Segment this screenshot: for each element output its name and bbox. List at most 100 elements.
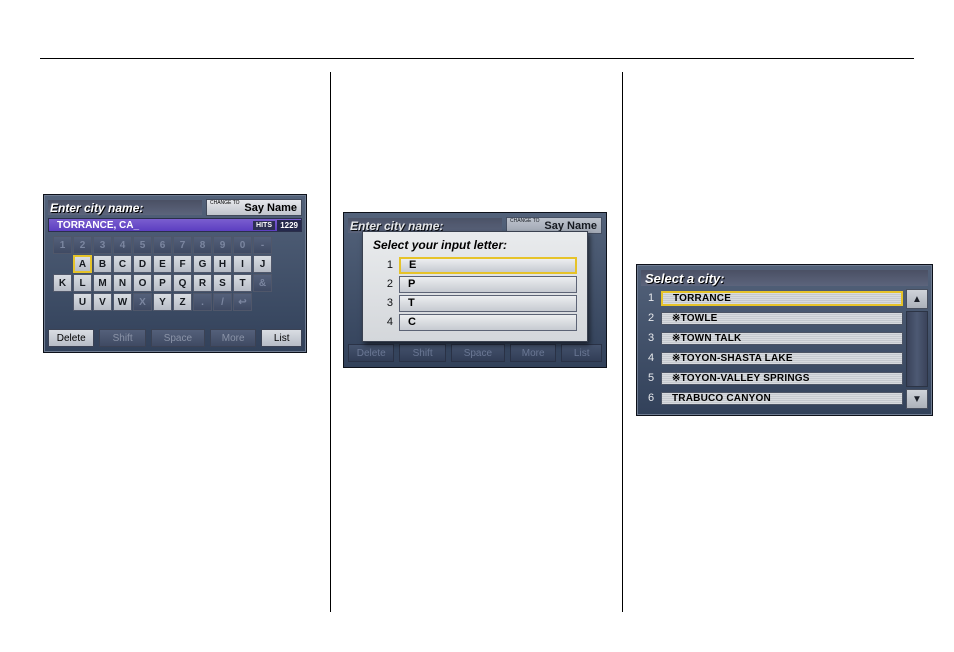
option-number: 4 [373, 316, 399, 328]
space-button[interactable]: Space [151, 329, 205, 347]
key-a[interactable]: A [73, 255, 92, 273]
city-list: 1 TORRANCE2※TOWLE3※TOWN TALK4※TOYON-SHAS… [641, 289, 928, 409]
key-↩[interactable]: ↩ [233, 293, 252, 311]
key-8[interactable]: 8 [193, 236, 212, 254]
city-list-row[interactable]: 6 TRABUCO CANYON [641, 389, 903, 407]
key-b[interactable]: B [93, 255, 112, 273]
chevron-up-icon: ▲ [912, 294, 922, 305]
scroll-down-button[interactable]: ▼ [906, 389, 928, 409]
key-d[interactable]: D [133, 255, 152, 273]
shift-button[interactable]: Shift [399, 344, 445, 362]
change-to-label: CHANGE TO [210, 201, 240, 206]
key-&[interactable]: & [253, 274, 272, 292]
key-t[interactable]: T [233, 274, 252, 292]
key-y[interactable]: Y [153, 293, 172, 311]
key-e[interactable]: E [153, 255, 172, 273]
screen-title: Enter city name: [48, 200, 202, 215]
key-n[interactable]: N [113, 274, 132, 292]
row-number: 3 [641, 332, 661, 344]
key--[interactable]: - [253, 236, 272, 254]
key-1[interactable]: 1 [53, 236, 72, 254]
city-list-row[interactable]: 2※TOWLE [641, 309, 903, 327]
key-h[interactable]: H [213, 255, 232, 273]
key-w[interactable]: W [113, 293, 132, 311]
key-/[interactable]: / [213, 293, 232, 311]
key-u[interactable]: U [73, 293, 92, 311]
key-q[interactable]: Q [173, 274, 192, 292]
city-cell[interactable]: TRABUCO CANYON [661, 392, 903, 405]
row-number: 6 [641, 392, 661, 404]
city-cell[interactable]: ※TOYON-VALLEY SPRINGS [661, 372, 903, 385]
on-screen-keyboard: 1234567890- ABCDEFGHIJ KLMNOPQRST& UVWXYZ./… [53, 236, 292, 311]
more-button[interactable]: More [510, 344, 556, 362]
delete-button[interactable]: Delete [48, 329, 94, 347]
option-cell[interactable]: C [399, 314, 577, 331]
key-4[interactable]: 4 [113, 236, 132, 254]
popup-option[interactable]: 1E [373, 256, 577, 274]
column-divider [330, 72, 331, 612]
key-v[interactable]: V [93, 293, 112, 311]
option-number: 1 [373, 259, 399, 271]
more-button[interactable]: More [210, 329, 256, 347]
key-g[interactable]: G [193, 255, 212, 273]
row-number: 4 [641, 352, 661, 364]
popup-option[interactable]: 3T [373, 294, 577, 312]
key-f[interactable]: F [173, 255, 192, 273]
screen-title: Select a city: [641, 270, 928, 286]
list-button[interactable]: List [561, 344, 602, 362]
scroll-up-button[interactable]: ▲ [906, 289, 928, 309]
popup-option[interactable]: 4C [373, 313, 577, 331]
key-6[interactable]: 6 [153, 236, 172, 254]
row-number: 1 [641, 292, 661, 304]
key-9[interactable]: 9 [213, 236, 232, 254]
entry-text: TORRANCE, CA_ [57, 220, 139, 231]
popup-option[interactable]: 2P [373, 275, 577, 293]
shift-button[interactable]: Shift [99, 329, 145, 347]
key-3[interactable]: 3 [93, 236, 112, 254]
popup-option-list: 1E2P3T4C [373, 256, 577, 331]
key-0[interactable]: 0 [233, 236, 252, 254]
key-l[interactable]: L [73, 274, 92, 292]
key-k[interactable]: K [53, 274, 72, 292]
option-cell[interactable]: P [399, 276, 577, 293]
key-o[interactable]: O [133, 274, 152, 292]
key-j[interactable]: J [253, 255, 272, 273]
city-list-row[interactable]: 5※TOYON-VALLEY SPRINGS [641, 369, 903, 387]
hits-value: 1229 [277, 220, 301, 231]
key-5[interactable]: 5 [133, 236, 152, 254]
key-i[interactable]: I [233, 255, 252, 273]
option-cell[interactable]: E [399, 257, 577, 274]
option-cell[interactable]: T [399, 295, 577, 312]
say-name-button[interactable]: CHANGE TO Say Name [206, 199, 302, 216]
row-number: 2 [641, 312, 661, 324]
delete-button[interactable]: Delete [348, 344, 394, 362]
select-input-letter-popup: Select your input letter: 1E2P3T4C [362, 231, 588, 342]
input-letter-popup-screen: Enter city name: CHANGE TO Say Name Dele… [343, 212, 607, 368]
key-r[interactable]: R [193, 274, 212, 292]
city-list-row[interactable]: 1 TORRANCE [641, 289, 903, 307]
key-c[interactable]: C [113, 255, 132, 273]
hits-label: HITS [253, 221, 275, 230]
hits-box: HITS 1229 [253, 220, 301, 231]
chevron-down-icon: ▼ [912, 394, 922, 405]
city-cell[interactable]: ※TOWN TALK [661, 332, 903, 345]
city-cell[interactable]: ※TOYON-SHASTA LAKE [661, 352, 903, 365]
key-s[interactable]: S [213, 274, 232, 292]
key-2[interactable]: 2 [73, 236, 92, 254]
city-cell[interactable]: TORRANCE [661, 291, 903, 306]
key-z[interactable]: Z [173, 293, 192, 311]
key-7[interactable]: 7 [173, 236, 192, 254]
scroll-track[interactable] [906, 311, 928, 387]
bottom-button-row: Delete Shift Space More List [348, 344, 602, 362]
text-entry-field[interactable]: TORRANCE, CA_ HITS 1229 [48, 218, 302, 232]
key-.[interactable]: . [193, 293, 212, 311]
key-x[interactable]: X [133, 293, 152, 311]
city-list-row[interactable]: 4※TOYON-SHASTA LAKE [641, 349, 903, 367]
space-button[interactable]: Space [451, 344, 505, 362]
city-cell[interactable]: ※TOWLE [661, 312, 903, 325]
city-list-row[interactable]: 3※TOWN TALK [641, 329, 903, 347]
option-number: 2 [373, 278, 399, 290]
list-button[interactable]: List [261, 329, 302, 347]
key-p[interactable]: P [153, 274, 172, 292]
key-m[interactable]: M [93, 274, 112, 292]
